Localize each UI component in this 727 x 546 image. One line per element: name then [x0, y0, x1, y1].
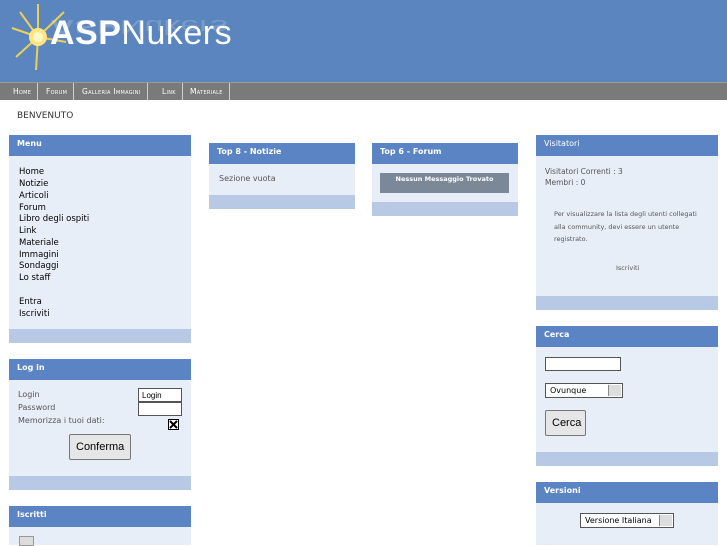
logo-reflection-rest: Nukers: [119, 15, 228, 38]
menu-item-articoli[interactable]: Articoli: [19, 191, 49, 201]
login-submit-button[interactable]: Conferma: [69, 434, 131, 460]
menu-item-sondaggi[interactable]: Sondaggi: [19, 261, 59, 271]
password-input[interactable]: [138, 402, 182, 416]
versions-title: Versioni: [536, 482, 718, 503]
iscritti-panel: Iscritti: [9, 506, 191, 546]
visitors-message-line2: alla community, devi essere un utente: [554, 223, 680, 231]
search-scope-value: Ovunque: [550, 386, 587, 395]
login-panel: Log in Login Password Memorizza i tuoi d…: [9, 359, 191, 490]
versions-panel: Versioni Versione Italiana: [536, 482, 718, 545]
top-news-panel: Top 8 - Notizie Sezione vuota: [209, 143, 355, 209]
login-label: Login: [18, 390, 40, 399]
top-news-empty: Sezione vuota: [219, 174, 276, 183]
version-select[interactable]: Versione Italiana: [580, 513, 674, 528]
visitors-title: Visitatori: [536, 135, 718, 156]
visitors-current: Visitatori Correnti : 3: [545, 167, 623, 176]
menu-footer: [9, 329, 191, 343]
remember-label: Memorizza i tuoi dati:: [18, 416, 105, 425]
menu-item-link[interactable]: Link: [19, 226, 36, 236]
menu-item-notizie[interactable]: Notizie: [19, 179, 48, 189]
nav-galleria-immagini[interactable]: Galleria Immagini: [76, 83, 148, 100]
menu-item-iscriviti[interactable]: Iscriviti: [19, 309, 50, 319]
menu-item-libro-ospiti[interactable]: Libro degli ospiti: [19, 214, 89, 224]
logo-reflection: ASPNukers: [50, 15, 228, 38]
menu-item-entra[interactable]: Entra: [19, 297, 42, 307]
top-news-title: Top 8 - Notizie: [209, 143, 355, 164]
menu-title: Menu: [9, 135, 191, 156]
top-forum-title: Top 6 - Forum: [372, 143, 518, 164]
search-scope-select[interactable]: Ovunque: [545, 383, 623, 398]
search-footer: [536, 452, 718, 466]
iscritti-title: Iscritti: [9, 506, 191, 527]
search-input[interactable]: [545, 357, 621, 371]
menu-item-home[interactable]: Home: [19, 167, 44, 177]
checkmark-icon: [169, 420, 178, 429]
search-title: Cerca: [536, 326, 718, 347]
menu-item-materiale[interactable]: Materiale: [19, 238, 59, 248]
visitors-message-line1: Per visualizzare la lista degli utenti c…: [554, 210, 697, 218]
top-news-footer: [209, 195, 355, 209]
nav-link[interactable]: Link: [156, 83, 183, 100]
visitors-footer: [536, 296, 718, 310]
nav-materiale[interactable]: Materiale: [184, 83, 230, 100]
menu-panel: Menu Home Notizie Articoli Forum Libro d…: [9, 135, 191, 343]
menu-item-forum[interactable]: Forum: [19, 203, 46, 213]
search-button[interactable]: Cerca: [545, 410, 586, 436]
menu-item-lo-staff[interactable]: Lo staff: [19, 273, 50, 283]
login-footer: [9, 476, 191, 490]
top-forum-empty: Nessun Messaggio Trovato: [380, 173, 509, 193]
top-forum-panel: Top 6 - Forum Nessun Messaggio Trovato: [372, 143, 518, 216]
nav-forum[interactable]: Forum: [40, 83, 75, 100]
top-forum-footer: [372, 202, 518, 216]
menu-item-immagini[interactable]: Immagini: [19, 250, 59, 260]
welcome-text: BENVENUTO: [17, 111, 74, 121]
main-nav: Home Forum Galleria Immagini Link Materi…: [0, 82, 727, 100]
password-label: Password: [18, 403, 56, 412]
login-input[interactable]: [138, 388, 182, 402]
visitors-iscriviti-link[interactable]: Iscriviti: [616, 264, 639, 272]
dropdown-arrow-icon: [608, 385, 621, 396]
nav-home[interactable]: Home: [7, 83, 39, 100]
visitors-panel: Visitatori Visitatori Correnti : 3 Membr…: [536, 135, 718, 310]
visitors-members: Membri : 0: [545, 178, 586, 187]
version-selected-value: Versione Italiana: [585, 516, 652, 525]
login-title: Log in: [9, 359, 191, 380]
search-panel: Cerca Ovunque Cerca: [536, 326, 718, 466]
logo-reflection-bold: ASP: [50, 15, 120, 38]
visitors-message-line3: registrato.: [554, 235, 588, 243]
remember-checkbox[interactable]: [168, 419, 179, 430]
dropdown-arrow-icon: [659, 515, 672, 526]
